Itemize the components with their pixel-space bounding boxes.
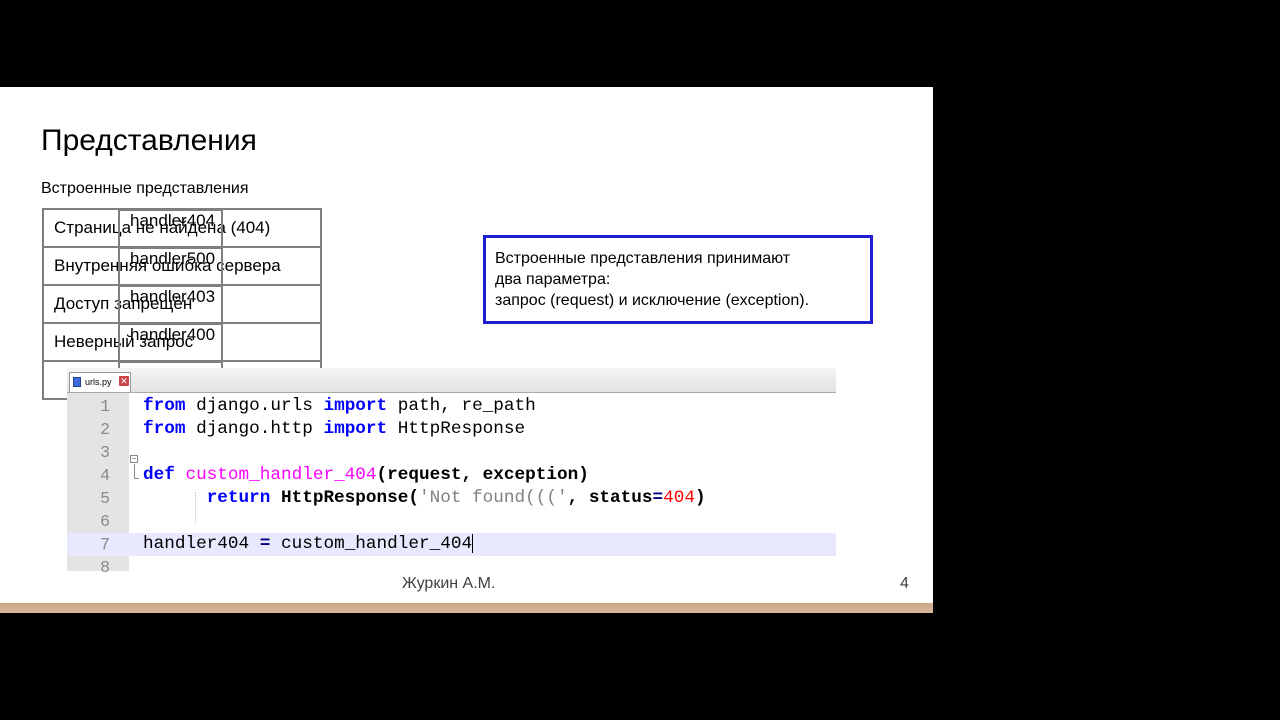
note-line: запрос (request) и исключение (exception…: [495, 292, 810, 309]
code-text: from django.http import HttpResponse: [143, 419, 526, 439]
line-number: 4: [100, 466, 110, 485]
code-line: 6: [67, 510, 836, 533]
code-line: 4 def custom_handler_404(request, except…: [67, 464, 836, 487]
line-number: 3: [100, 443, 110, 462]
code-line: 1 from django.urls import path, re_path: [67, 395, 836, 418]
note-box: Встроенные представления принимают два п…: [483, 235, 873, 324]
slide-bottom-bar: [0, 603, 933, 613]
code-line-current: 7 handler404 = custom_handler_404: [67, 533, 836, 556]
tab-label: urls.py: [85, 377, 112, 387]
note-line: два параметра:: [495, 271, 611, 288]
code-editor[interactable]: urls.py ✕ − 1 from django.urls import pa…: [67, 368, 836, 577]
code-line: 2 from django.http import HttpResponse: [67, 418, 836, 441]
code-text: handler404 = custom_handler_404: [143, 533, 474, 554]
code-line: 3: [67, 441, 836, 464]
handler-code: handler403: [118, 285, 223, 325]
slide-subtitle: Встроенные представления: [41, 180, 249, 197]
table-row: handler500 Внутренняя ошибка сервера: [42, 246, 322, 287]
line-number: 7: [100, 535, 110, 554]
close-icon[interactable]: ✕: [119, 376, 129, 386]
slide-title: Представления: [41, 124, 257, 157]
slide: Представления Встроенные представления h…: [0, 87, 933, 613]
page-number: 4: [900, 575, 909, 592]
line-number: 1: [100, 397, 110, 416]
tab-urls-py[interactable]: urls.py ✕: [69, 372, 131, 392]
code-line: 5 return HttpResponse('Not found(((', st…: [67, 487, 836, 510]
footer-author: Журкин А.М.: [402, 575, 496, 592]
file-icon: [73, 377, 81, 387]
table-row: handler404 Страница не найдена (404): [42, 208, 322, 249]
table-row: handler400 Неверный запрос: [42, 322, 322, 363]
handler-code: handler404: [118, 209, 223, 249]
text-cursor: [472, 533, 474, 553]
note-line: Встроенные представления принимают: [495, 250, 791, 267]
handler-code: handler400: [118, 323, 223, 363]
line-number: 2: [100, 420, 110, 439]
code-text: def custom_handler_404(request, exceptio…: [143, 465, 589, 485]
code-text: from django.urls import path, re_path: [143, 396, 536, 416]
line-number: 8: [100, 558, 110, 577]
table-row: handler403 Доступ запрещён: [42, 284, 322, 325]
handler-code: handler500: [118, 247, 223, 287]
line-number: 6: [100, 512, 110, 531]
editor-tab-bar: urls.py ✕: [67, 368, 836, 393]
line-number: 5: [100, 489, 110, 508]
code-text: return HttpResponse('Not found(((', stat…: [206, 488, 706, 508]
